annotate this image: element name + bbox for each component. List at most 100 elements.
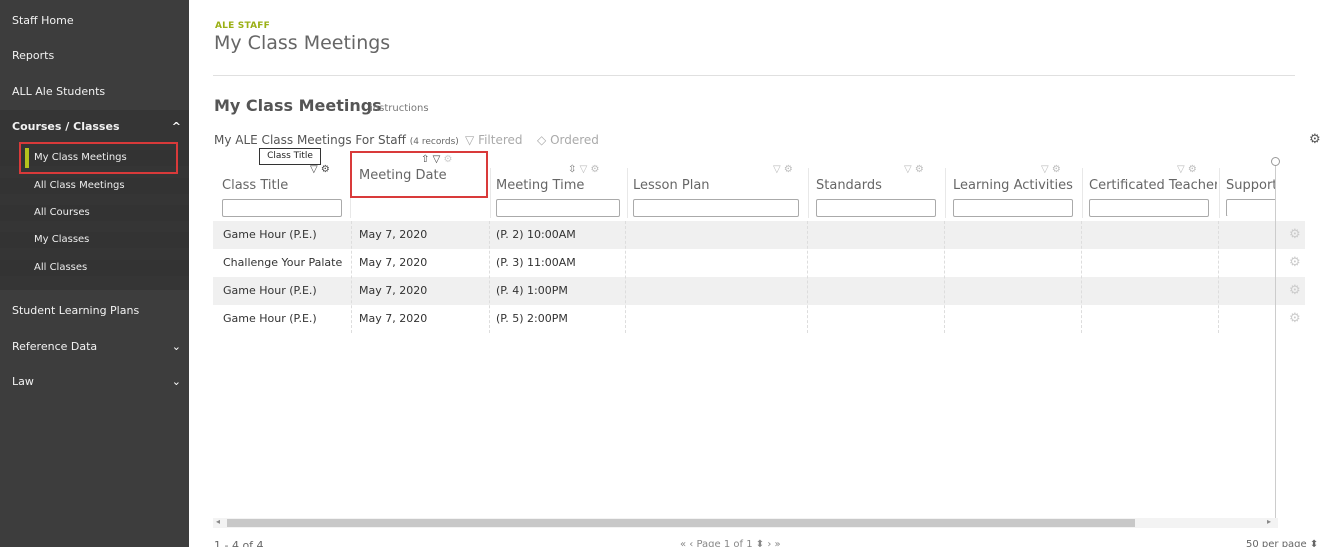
pager[interactable]: « ‹ Page 1 of 1 ⬍ › »: [680, 539, 781, 547]
row-gear-icon[interactable]: ⚙: [1289, 283, 1301, 298]
filter-icon[interactable]: ▽: [1041, 164, 1049, 175]
column-divider: [807, 221, 808, 333]
gear-icon[interactable]: ⚙: [1309, 132, 1321, 147]
column-divider: [945, 168, 946, 218]
sidebar-subitem-all-class-meetings[interactable]: All Class Meetings: [0, 178, 189, 194]
column-header-learning-activities[interactable]: ▽ ⚙ Learning Activities: [953, 164, 1078, 217]
cell-class-title: Game Hour (P.E.): [223, 228, 317, 241]
cell-class-title: Challenge Your Palate: [223, 256, 343, 269]
filter-input-meeting-time[interactable]: [496, 199, 620, 217]
cell-class-title: Game Hour (P.E.): [223, 312, 317, 325]
sidebar-subitem-all-classes[interactable]: All Classes: [0, 260, 189, 276]
table-row[interactable]: Game Hour (P.E.) May 7, 2020 (P. 5) 2:00…: [213, 305, 1305, 333]
column-header-class-title[interactable]: ▽ ⚙ Class Title: [222, 164, 347, 217]
column-label: Class Title: [222, 178, 289, 193]
column-divider: [1218, 221, 1219, 333]
divider: [213, 75, 1295, 76]
ordered-toggle[interactable]: ◇ Ordered: [537, 133, 599, 147]
filter-icon: ▽: [465, 133, 475, 147]
instructions-link[interactable]: instructions: [370, 103, 429, 114]
sidebar-item-reference-data[interactable]: Reference Data ⌄: [0, 338, 189, 356]
filter-input-class-title[interactable]: [222, 199, 342, 217]
horizontal-scrollbar[interactable]: ◂ ▸: [213, 517, 1278, 528]
sidebar-item-all-ale-students[interactable]: ALL Ale Students: [0, 83, 189, 101]
filter-input-standards[interactable]: [816, 199, 936, 217]
column-resize-handle[interactable]: [1271, 157, 1280, 166]
sidebar-subitem-my-classes[interactable]: My Classes: [0, 232, 189, 248]
column-divider: [1082, 168, 1083, 218]
active-item-highlight: [19, 142, 178, 174]
sidebar-item-law[interactable]: Law ⌄: [0, 373, 189, 391]
column-label: Certificated Teacher: [1089, 178, 1217, 193]
column-header-lesson-plan[interactable]: ▽ ⚙ Lesson Plan: [633, 164, 803, 217]
cell-meeting-time: (P. 2) 10:00AM: [496, 228, 576, 241]
chevron-down-icon: ⌄: [171, 340, 181, 353]
filter-icon[interactable]: ▽: [580, 164, 588, 175]
filter-icon[interactable]: ▽: [1177, 164, 1185, 175]
row-gear-icon[interactable]: ⚙: [1289, 227, 1301, 242]
gear-icon[interactable]: ⚙: [784, 164, 793, 175]
filtered-label: Filtered: [478, 133, 523, 147]
record-count: (4 records): [409, 137, 459, 147]
filter-input-certificated-teacher[interactable]: [1089, 199, 1209, 217]
column-header-meeting-time[interactable]: ⇳ ▽ ⚙ Meeting Time: [496, 164, 624, 217]
column-header-standards[interactable]: ▽ ⚙ Standards: [816, 164, 941, 217]
column-label: Support: [1226, 178, 1275, 193]
column-header-support[interactable]: Support: [1226, 164, 1275, 216]
page-title: My Class Meetings: [214, 32, 391, 54]
column-icons: ▽ ⚙: [310, 164, 330, 175]
highlight-box: [350, 151, 488, 198]
filter-icon[interactable]: ▽: [904, 164, 912, 175]
table-row[interactable]: Challenge Your Palate May 7, 2020 (P. 3)…: [213, 249, 1305, 277]
sidebar-item-staff-home[interactable]: Staff Home: [0, 12, 189, 30]
column-divider: [627, 168, 628, 218]
per-page-select[interactable]: 50 per page ⬍: [1246, 539, 1318, 547]
row-gear-icon[interactable]: ⚙: [1289, 311, 1301, 326]
column-header-certificated-teacher[interactable]: ▽ ⚙ Certificated Teacher: [1089, 164, 1219, 217]
column-divider: [625, 221, 626, 333]
cell-meeting-date: May 7, 2020: [359, 312, 428, 325]
column-divider: [808, 168, 809, 218]
ordered-label: Ordered: [550, 133, 599, 147]
chevron-up-icon: ^: [171, 120, 181, 133]
cell-meeting-time: (P. 5) 2:00PM: [496, 312, 568, 325]
column-label: Meeting Time: [496, 178, 585, 193]
gear-icon[interactable]: ⚙: [1052, 164, 1061, 175]
sidebar-item-label: Courses / Classes: [12, 120, 120, 133]
column-icons: ▽ ⚙: [904, 164, 924, 175]
column-icons: ▽ ⚙: [1177, 164, 1197, 175]
tooltip: Class Title: [259, 148, 321, 165]
column-divider: [1081, 221, 1082, 333]
filter-input-lesson-plan[interactable]: [633, 199, 799, 217]
gear-icon[interactable]: ⚙: [321, 164, 330, 175]
gear-icon[interactable]: ⚙: [915, 164, 924, 175]
chevron-left-icon[interactable]: ◂: [216, 517, 220, 526]
sort-icon[interactable]: ⇳: [568, 164, 576, 175]
filtered-toggle[interactable]: ▽ Filtered: [465, 133, 523, 147]
column-divider: [1219, 168, 1220, 218]
filter-input-learning-activities[interactable]: [953, 199, 1073, 217]
column-label: Lesson Plan: [633, 178, 710, 193]
sidebar-item-reports[interactable]: Reports: [0, 47, 189, 65]
table-row[interactable]: Game Hour (P.E.) May 7, 2020 (P. 4) 1:00…: [213, 277, 1305, 305]
sidebar-item-label: Reference Data: [12, 340, 98, 353]
column-divider: [351, 221, 352, 333]
column-label: Standards: [816, 178, 882, 193]
sidebar-item-courses-classes[interactable]: Courses / Classes ^: [0, 118, 189, 136]
sidebar-subitem-all-courses[interactable]: All Courses: [0, 205, 189, 221]
sort-icon: ◇: [537, 133, 547, 147]
sidebar: Staff Home Reports ALL Ale Students Cour…: [0, 0, 189, 547]
column-icons: ▽ ⚙: [773, 164, 793, 175]
chevron-right-icon[interactable]: ▸: [1267, 517, 1271, 526]
scrollbar-thumb[interactable]: [227, 519, 1135, 527]
row-gear-icon[interactable]: ⚙: [1289, 255, 1301, 270]
filter-icon[interactable]: ▽: [773, 164, 781, 175]
filter-input-support[interactable]: [1226, 199, 1275, 216]
cell-meeting-time: (P. 4) 1:00PM: [496, 284, 568, 297]
gear-icon[interactable]: ⚙: [590, 164, 599, 175]
grid-title: My ALE Class Meetings For Staff (4 recor…: [214, 133, 459, 147]
table-row[interactable]: Game Hour (P.E.) May 7, 2020 (P. 2) 10:0…: [213, 221, 1305, 249]
sidebar-item-student-learning-plans[interactable]: Student Learning Plans: [0, 302, 189, 320]
gear-icon[interactable]: ⚙: [1188, 164, 1197, 175]
filter-icon[interactable]: ▽: [310, 164, 318, 175]
